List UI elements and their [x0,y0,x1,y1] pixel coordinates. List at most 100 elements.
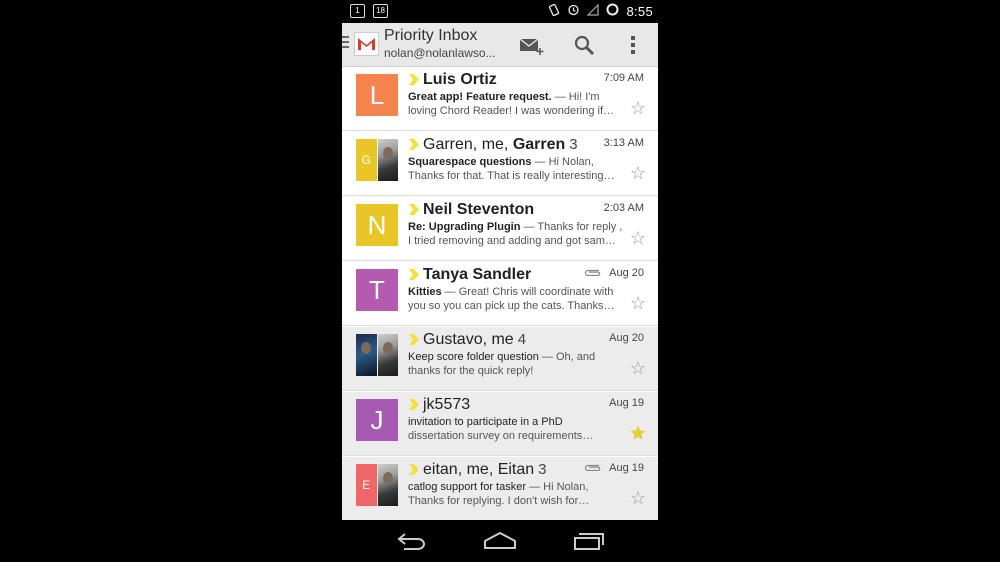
star-icon[interactable]: ☆ [630,489,646,507]
overflow-menu-icon [631,36,635,54]
message-preview-line2: thanks for the quick reply! [408,365,534,377]
drawer-indicator-icon[interactable] [342,36,349,51]
message-date: 2:03 AM [603,202,644,214]
signal-icon [587,3,600,19]
message-date: Aug 19 [609,397,644,409]
message-preview-line2: Thanks for that. That is really interest… [408,170,615,182]
message-subject: Keep score folder question [408,351,539,363]
sender-name: Neil Steventon [423,201,535,218]
search-icon [574,35,595,56]
star-icon[interactable]: ☆ [630,99,646,117]
search-button[interactable] [569,31,599,59]
back-icon [397,533,425,550]
message-preview-line2: you so you can pick up the cats. Thanks… [408,300,615,312]
sender-name: Gustavo, me 4 [423,331,527,348]
message-subject: Kitties [408,286,442,298]
sender-avatar[interactable]: G [356,139,398,181]
sender-avatar[interactable]: J [356,399,398,441]
message-snippet: catlog support for tasker — Hi Nolan, Th… [408,480,623,508]
message-preview-line2: I tried removing and adding and got sam… [408,235,616,247]
sender-name: eitan, me, Eitan 3 [423,461,547,478]
conversation-row[interactable]: J jk5573 Aug 19 invitation to participat… [342,392,658,456]
avatar-initial: E [356,464,377,506]
thread-count: 3 [569,136,578,153]
conversation-row[interactable]: T Tanya Sandler Aug 20 Kitties — Great! … [342,262,658,326]
paperclip-icon [584,464,601,471]
conversation-row[interactable]: G Garren, me, Garren 3 3:13 AM Squarespac… [342,132,658,196]
star-icon[interactable]: ☆ [630,294,646,312]
message-date: Aug 20 [609,267,644,279]
importance-marker-icon[interactable] [408,398,420,411]
message-preview: — Hi Nolan, [531,156,594,168]
message-preview: — Hi! I'm [551,91,600,103]
alarm-icon [567,3,580,19]
avatar-initial: G [356,139,377,181]
message-snippet: invitation to participate in a PhD disse… [408,415,623,443]
importance-marker-icon[interactable] [408,73,420,86]
sender-name: jk5573 [423,396,471,413]
conversation-row[interactable]: Gustavo, me 4 Aug 20 Keep score folder qu… [342,327,658,391]
message-snippet: Great app! Feature request. — Hi! I'm lo… [408,90,623,118]
message-preview: — Hi Nolan, [526,481,589,493]
inbox-title[interactable]: Priority Inbox [384,27,477,45]
sender-avatar[interactable]: L [356,74,398,116]
importance-marker-icon[interactable] [408,333,420,346]
calendar-notification-icon: 18 [373,4,388,18]
message-preview-line2: dissertation survey on requirements… [408,430,594,442]
overflow-menu-button[interactable] [618,31,648,59]
thread-count: 3 [538,461,547,478]
star-icon[interactable]: ★ [630,424,646,442]
message-preview: — Thanks for reply , [520,221,623,233]
importance-marker-icon[interactable] [408,203,420,216]
compose-icon [519,38,544,55]
action-bar: Priority Inbox nolan@nolanlawso... [342,23,658,67]
phone-screen: 1 18 8:55 Priority Inbox nolan@nolanlaws… [342,0,658,562]
importance-marker-icon[interactable] [408,463,420,476]
message-date: Aug 20 [609,332,644,344]
message-date: Aug 19 [609,462,644,474]
compose-button[interactable] [517,31,547,59]
message-snippet: Keep score folder question — Oh, and tha… [408,350,623,378]
message-subject: Re: Upgrading Plugin [408,221,521,233]
star-icon[interactable]: ☆ [630,164,646,182]
star-icon[interactable]: ☆ [630,359,646,377]
conversation-row[interactable]: N Neil Steventon 2:03 AM Re: Upgrading P… [342,197,658,261]
home-button[interactable] [480,528,520,554]
sender-name: Tanya Sandler [423,266,532,283]
message-subject: catlog support for tasker [408,481,527,493]
gmail-logo[interactable] [354,32,379,56]
star-icon[interactable]: ☆ [630,229,646,247]
avatar-photo [377,139,398,181]
avatar-photo [356,334,377,376]
recents-icon [574,533,604,550]
sender-name: Luis Ortiz [423,71,497,88]
account-email[interactable]: nolan@nolanlawso... [384,46,504,60]
message-preview-line2: Thanks for replying. I don't wish for… [408,495,590,507]
sender-avatar[interactable]: N [356,204,398,246]
message-preview: — Oh, and [538,351,596,363]
conversation-row[interactable]: L Luis Ortiz 7:09 AM Great app! Feature … [342,67,658,131]
conversation-row[interactable]: E eitan, me, Eitan 3 Aug 19 catlog suppor… [342,457,658,520]
avatar-photo [377,464,398,506]
sender-avatar[interactable] [356,334,398,376]
message-subject: Squarespace questions [408,156,532,168]
recents-button[interactable] [568,528,608,554]
thread-count: 4 [517,331,527,348]
message-preview-line2: loving Chord Reader! I was wondering if… [408,105,615,117]
sender-avatar[interactable]: T [356,269,398,311]
notification-icon: 1 [350,4,365,18]
avatar-photo [377,334,398,376]
status-bar: 1 18 8:55 [342,0,658,23]
sender-avatar[interactable]: E [356,464,398,506]
message-snippet: Re: Upgrading Plugin — Thanks for reply … [408,220,623,248]
message-snippet: Kitties — Great! Chris will coordinate w… [408,285,623,313]
importance-marker-icon[interactable] [408,268,420,281]
clock: 8:55 [626,3,653,19]
message-snippet: Squarespace questions — Hi Nolan, Thanks… [408,155,623,183]
message-subject: Great app! Feature request. [408,91,552,103]
back-button[interactable] [392,528,432,554]
home-icon [484,531,516,549]
message-list[interactable]: L Luis Ortiz 7:09 AM Great app! Feature … [342,67,658,520]
importance-marker-icon[interactable] [408,138,420,151]
message-preview: — Great! Chris will coordinate with [441,286,614,298]
